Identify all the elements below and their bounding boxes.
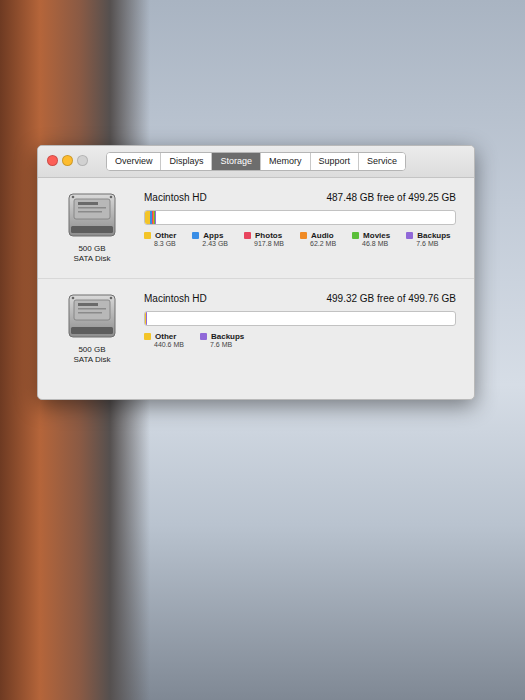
legend-item: Movies46.8 MB xyxy=(352,231,390,249)
usage-bar xyxy=(144,311,456,326)
title-bar: OverviewDisplaysStorageMemorySupportServ… xyxy=(38,146,474,178)
disk-name: Macintosh HD xyxy=(144,190,207,205)
legend-item: Backups7.6 MB xyxy=(406,231,450,249)
disk-details: Macintosh HD 499.32 GB free of 499.76 GB O… xyxy=(144,291,456,365)
legend-key: Audio xyxy=(300,231,336,241)
legend-key: Apps xyxy=(192,231,228,241)
usage-bar xyxy=(144,210,456,225)
legend-swatch xyxy=(300,232,307,239)
legend-item: Other8.3 GB xyxy=(144,231,176,249)
legend-swatch xyxy=(192,232,199,239)
legend-item: Other440.6 MB xyxy=(144,332,184,350)
legend-swatch xyxy=(144,232,151,239)
tab[interactable]: Displays xyxy=(161,153,212,170)
legend-label: Backups xyxy=(211,332,244,342)
disk-row: 500 GBSATA Disk Macintosh HD 499.32 GB fre… xyxy=(38,278,474,379)
disk-type: SATA Disk xyxy=(73,254,110,264)
usage-segment xyxy=(155,211,156,224)
legend-size: 7.6 MB xyxy=(200,341,244,349)
legend-size: 8.3 GB xyxy=(144,240,176,248)
disk-caption: 500 GBSATA Disk xyxy=(73,345,110,365)
legend-label: Movies xyxy=(363,231,390,241)
about-this-mac-window: OverviewDisplaysStorageMemorySupportServ… xyxy=(37,145,475,400)
zoom-button xyxy=(77,155,88,166)
disk-details: Macintosh HD 487.48 GB free of 499.25 GB O… xyxy=(144,190,456,264)
disk-free-space: 487.48 GB free of 499.25 GB xyxy=(326,190,456,205)
legend-item: Photos917.8 MB xyxy=(244,231,284,249)
legend-key: Movies xyxy=(352,231,390,241)
tab[interactable]: Service xyxy=(359,153,405,170)
legend-label: Other xyxy=(155,231,176,241)
legend-size: 440.6 MB xyxy=(144,341,184,349)
legend-key: Other xyxy=(144,332,184,342)
legend-item: Apps2.43 GB xyxy=(192,231,228,249)
usage-legend: Other8.3 GB Apps2.43 GB Photos917.8 MB Audi… xyxy=(144,231,456,249)
disk-row: 500 GBSATA Disk Macintosh HD 487.48 GB fre… xyxy=(38,178,474,278)
legend-size: 7.6 MB xyxy=(406,240,450,248)
usage-segment xyxy=(146,312,147,325)
legend-size: 46.8 MB xyxy=(352,240,390,248)
legend-key: Other xyxy=(144,231,176,241)
legend-label: Other xyxy=(155,332,176,342)
hard-drive-icon xyxy=(66,291,118,341)
tab[interactable]: Support xyxy=(311,153,360,170)
desktop: OverviewDisplaysStorageMemorySupportServ… xyxy=(0,0,525,700)
disk-free-space: 499.32 GB free of 499.76 GB xyxy=(326,291,456,306)
legend-label: Photos xyxy=(255,231,282,241)
minimize-button[interactable] xyxy=(62,155,73,166)
disk-type: SATA Disk xyxy=(73,355,110,365)
tab[interactable]: Memory xyxy=(261,153,311,170)
tab-bar: OverviewDisplaysStorageMemorySupportServ… xyxy=(106,152,406,171)
legend-swatch xyxy=(352,232,359,239)
legend-size: 917.8 MB xyxy=(244,240,284,248)
legend-size: 2.43 GB xyxy=(192,240,228,248)
legend-label: Audio xyxy=(311,231,334,241)
legend-key: Backups xyxy=(406,231,450,241)
legend-swatch xyxy=(406,232,413,239)
disk-summary: 500 GBSATA Disk xyxy=(56,190,128,264)
tab[interactable]: Overview xyxy=(107,153,162,170)
legend-item: Backups7.6 MB xyxy=(200,332,244,350)
window-controls xyxy=(47,155,88,166)
disk-header: Macintosh HD 487.48 GB free of 499.25 GB xyxy=(144,190,456,205)
legend-label: Backups xyxy=(417,231,450,241)
legend-swatch xyxy=(144,333,151,340)
legend-label: Apps xyxy=(203,231,223,241)
legend-item: Audio62.2 MB xyxy=(300,231,336,249)
hard-drive-icon xyxy=(66,190,118,240)
disk-capacity: 500 GB xyxy=(73,244,110,254)
legend-size: 62.2 MB xyxy=(300,240,336,248)
legend-swatch xyxy=(244,232,251,239)
tab[interactable]: Storage xyxy=(212,153,261,170)
usage-legend: Other440.6 MB Backups7.6 MB xyxy=(144,332,456,350)
legend-swatch xyxy=(200,333,207,340)
disk-header: Macintosh HD 499.32 GB free of 499.76 GB xyxy=(144,291,456,306)
close-button[interactable] xyxy=(47,155,58,166)
disk-name: Macintosh HD xyxy=(144,291,207,306)
disk-capacity: 500 GB xyxy=(73,345,110,355)
legend-key: Photos xyxy=(244,231,284,241)
disk-caption: 500 GBSATA Disk xyxy=(73,244,110,264)
legend-key: Backups xyxy=(200,332,244,342)
disk-summary: 500 GBSATA Disk xyxy=(56,291,128,365)
